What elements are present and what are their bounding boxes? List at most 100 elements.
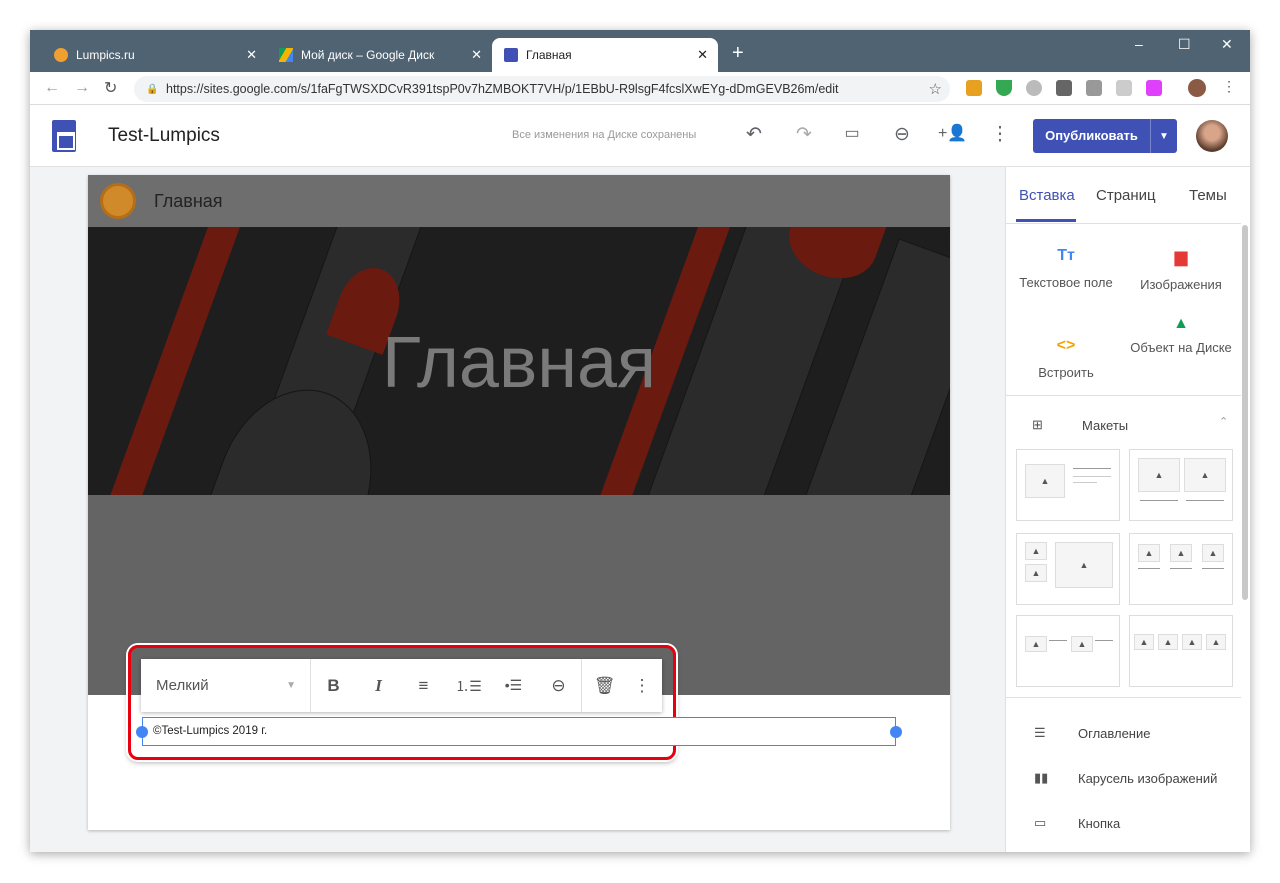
resize-handle-left[interactable]	[136, 726, 148, 738]
layout-option-2[interactable]: ▲ ▲	[1129, 449, 1233, 521]
insert-images[interactable]: ▆ Изображения	[1121, 247, 1241, 292]
site-nav-name[interactable]: Главная	[154, 191, 223, 212]
bulleted-list-icon[interactable]: •☰	[491, 677, 536, 694]
item-label: Текстовое поле	[1019, 275, 1113, 290]
insert-table-of-contents[interactable]: ☰ Оглавление	[1034, 725, 1150, 741]
url-input[interactable]: 🔒 https://sites.google.com/s/1faFgTWSXDCv…	[134, 76, 950, 102]
delete-icon[interactable]: 🗑	[582, 676, 627, 696]
link-icon[interactable]: ⊖	[890, 123, 914, 146]
layout-option-1[interactable]: ▲	[1016, 449, 1120, 521]
insert-button[interactable]: ▭ Кнопка	[1034, 815, 1120, 831]
close-tab-icon[interactable]: ✕	[697, 47, 708, 63]
tab-lumpics[interactable]: Lumpics.ru ✕	[42, 38, 267, 72]
insert-panel: Вставка Страниц Темы Tт Текстовое поле ▆ И…	[1005, 167, 1250, 852]
item-label: Объект на Диске	[1130, 340, 1232, 355]
user-avatar[interactable]	[1196, 120, 1228, 152]
reload-button[interactable]: ↻	[104, 78, 120, 98]
mail-extension-icon[interactable]	[1056, 80, 1072, 96]
site-title[interactable]: Test-Lumpics	[108, 125, 220, 147]
layout-option-4[interactable]: ▲ ▲ ▲	[1129, 533, 1233, 605]
lock-icon: 🔒	[146, 83, 159, 95]
resize-handle-right[interactable]	[890, 726, 902, 738]
tab-insert[interactable]: Вставка	[1019, 187, 1075, 204]
app-header: Test-Lumpics Все изменения на Диске сохр…	[30, 105, 1250, 167]
minimize-button[interactable]: –	[1135, 36, 1143, 52]
tab-label: Главная	[526, 48, 572, 62]
share-person-add-icon[interactable]: +👤	[938, 123, 967, 143]
shield-extension-icon[interactable]	[996, 80, 1012, 96]
carousel-icon: ▮▮	[1034, 770, 1049, 785]
item-label: Изображения	[1140, 277, 1222, 292]
layout-option-5[interactable]: ▲ ▲	[1016, 615, 1120, 687]
redo-icon[interactable]: ↷	[792, 123, 816, 146]
new-tab-button[interactable]: +	[732, 42, 744, 65]
browser-window: Lumpics.ru ✕ Мой диск – Google Диск ✕ Глав…	[30, 30, 1250, 852]
layouts-label: Макеты	[1082, 417, 1129, 433]
footer-text-box[interactable]: ©Test-Lumpics 2019 г.	[136, 717, 902, 746]
active-tab-indicator	[1016, 219, 1076, 222]
insert-text-box[interactable]: Tт Текстовое поле	[1006, 247, 1126, 290]
undo-icon[interactable]: ↶	[742, 123, 766, 146]
panel-scrollbar[interactable]	[1242, 225, 1248, 600]
hero-title[interactable]: Главная	[88, 322, 950, 404]
bookmark-star-icon[interactable]: ☆	[929, 80, 942, 98]
maximize-button[interactable]: ☐	[1178, 36, 1191, 53]
item-label: Карусель изображений	[1078, 770, 1218, 786]
embed-code-icon: <>	[1056, 337, 1076, 354]
google-sites-logo-icon[interactable]	[52, 120, 76, 152]
tab-themes[interactable]: Темы	[1189, 187, 1227, 204]
bold-icon[interactable]: B	[311, 676, 356, 696]
url-text: https://sites.google.com/s/1faFgTWSXDCvR…	[166, 82, 839, 96]
tab-glavnaya[interactable]: Главная ✕	[492, 38, 718, 72]
font-size-value: Мелкий	[156, 677, 209, 694]
more-options-icon[interactable]: ⋮	[988, 123, 1012, 146]
close-tab-icon[interactable]: ✕	[471, 47, 482, 63]
insert-image-carousel[interactable]: ▮▮ Карусель изображений	[1034, 770, 1217, 786]
numbered-list-icon[interactable]: ⒈☰	[446, 676, 491, 696]
layout-option-3[interactable]: ▲ ▲ ▲	[1016, 533, 1120, 605]
forward-button[interactable]: →	[74, 79, 90, 97]
image-icon: ▆	[1174, 249, 1188, 266]
vpn-extension-icon[interactable]	[1086, 80, 1102, 96]
profile-avatar[interactable]	[1188, 79, 1206, 97]
insert-embed[interactable]: <> Встроить	[1006, 337, 1126, 380]
drive-favicon-icon	[279, 48, 293, 62]
back-button[interactable]: ←	[44, 79, 60, 97]
dropdown-arrow-icon: ▼	[286, 680, 296, 691]
layout-option-6[interactable]: ▲ ▲ ▲ ▲	[1129, 615, 1233, 687]
tab-pages[interactable]: Страниц	[1096, 187, 1156, 204]
align-left-icon[interactable]: ≡	[401, 676, 446, 696]
site-header: Главная	[88, 175, 950, 227]
privacy-extension-icon[interactable]	[1116, 80, 1132, 96]
link-icon[interactable]: ⊖	[536, 676, 581, 696]
lumpics-favicon-icon	[54, 48, 68, 62]
save-status: Все изменения на Диске сохранены	[512, 129, 697, 141]
font-size-select[interactable]: Мелкий ▼	[141, 659, 311, 712]
tab-bar: Lumpics.ru ✕ Мой диск – Google Диск ✕ Глав…	[30, 30, 1250, 72]
pin-extension-icon[interactable]	[1146, 80, 1162, 96]
home-extension-icon[interactable]	[966, 80, 982, 96]
text-box-icon: Tт	[1057, 247, 1075, 264]
italic-icon[interactable]: I	[356, 676, 401, 696]
globe-extension-icon[interactable]	[1026, 80, 1042, 96]
layouts-header[interactable]: ⊞ Макеты	[1032, 417, 1128, 433]
more-options-icon[interactable]: ⋮	[627, 676, 657, 696]
publish-dropdown-icon[interactable]: ▼	[1151, 131, 1177, 142]
tab-label: Мой диск – Google Диск	[301, 48, 435, 62]
item-label: Оглавление	[1078, 725, 1151, 741]
site-logo[interactable]	[100, 183, 136, 219]
address-bar: ← → ↻ 🔒 https://sites.google.com/s/1faFgT…	[30, 72, 1250, 105]
sites-favicon-icon	[504, 48, 518, 62]
chrome-menu-icon[interactable]: ⋮	[1222, 78, 1238, 94]
preview-devices-icon[interactable]: ▭	[840, 123, 864, 143]
layouts-icon: ⊞	[1032, 417, 1043, 432]
close-window-button[interactable]: ✕	[1221, 36, 1233, 53]
hero-banner[interactable]: Главная	[88, 227, 950, 495]
close-tab-icon[interactable]: ✕	[246, 47, 257, 63]
collapse-icon[interactable]: ⌃	[1219, 415, 1228, 428]
item-label: Встроить	[1038, 365, 1094, 380]
publish-button[interactable]: Опубликовать ▼	[1033, 119, 1177, 153]
button-icon: ▭	[1034, 815, 1047, 830]
insert-drive-object[interactable]: ▲ Объект на Диске	[1121, 317, 1241, 377]
tab-drive[interactable]: Мой диск – Google Диск ✕	[267, 38, 492, 72]
